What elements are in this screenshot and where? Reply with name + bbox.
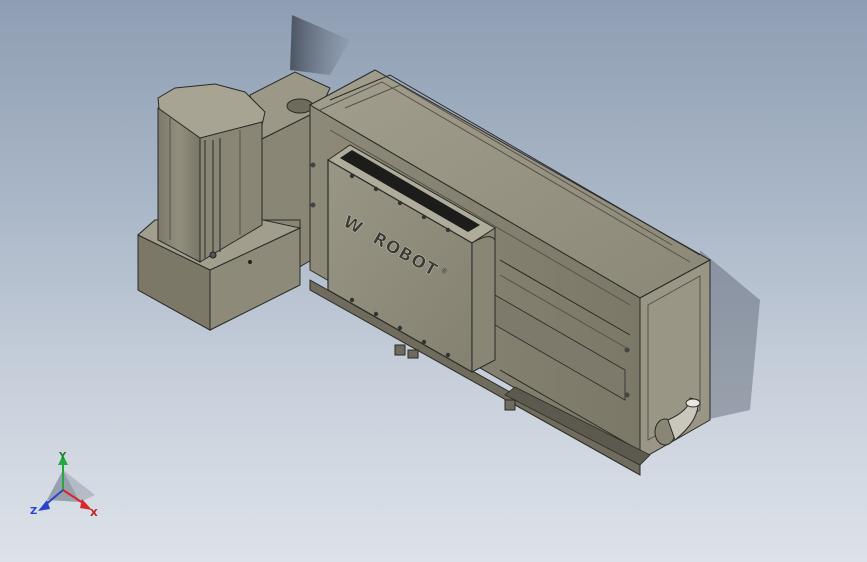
screw-icon: [248, 260, 252, 264]
screw-icon: [624, 347, 630, 353]
mount-tab: [504, 399, 516, 411]
mount-tab: [394, 344, 406, 356]
view-orientation-triad[interactable]: Y X Z: [30, 451, 98, 519]
bolt-icon: [209, 251, 217, 259]
screw-icon: [310, 202, 316, 208]
x-label: X: [90, 508, 98, 519]
3d-model-render[interactable]: W ROBOT ® Y X Z: [0, 0, 867, 562]
cad-viewport[interactable]: W ROBOT ® Y X Z: [0, 0, 867, 562]
screw-icon: [624, 392, 630, 398]
screw-icon: [310, 162, 316, 168]
shaft-hole: [286, 98, 314, 114]
mount-tab: [407, 349, 419, 359]
z-label: Z: [30, 506, 37, 517]
y-label: Y: [58, 451, 67, 462]
